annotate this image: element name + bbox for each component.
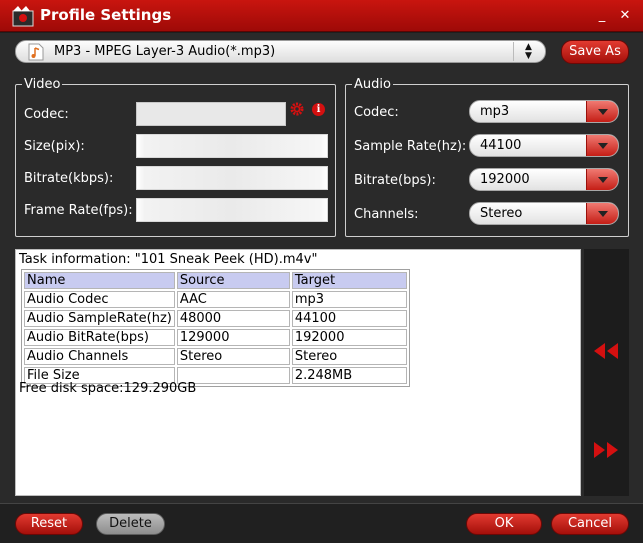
task-info-table: Name Source Target Audio Codec AAC mp3 A… xyxy=(21,269,410,387)
video-framerate-label: Frame Rate(fps): xyxy=(24,203,133,218)
chevron-down-icon[interactable] xyxy=(586,101,618,122)
delete-button[interactable]: Delete xyxy=(96,513,165,535)
table-cell: Audio BitRate(bps) xyxy=(24,329,175,346)
column-header: Target xyxy=(291,272,407,289)
video-bitrate-field[interactable] xyxy=(136,166,328,190)
cancel-button[interactable]: Cancel xyxy=(551,513,629,535)
table-row: Audio BitRate(bps) 129000 192000 xyxy=(24,329,407,346)
table-cell: 192000 xyxy=(291,329,407,346)
table-cell: 44100 xyxy=(291,310,407,327)
minimize-button[interactable]: _ xyxy=(594,8,610,24)
audio-samplerate-label: Sample Rate(hz): xyxy=(354,139,467,154)
table-row: Audio SampleRate(hz) 48000 44100 xyxy=(24,310,407,327)
video-framerate-field[interactable] xyxy=(136,198,328,222)
audio-samplerate-select[interactable]: 44100 xyxy=(469,134,619,157)
table-cell: Audio Channels xyxy=(24,348,175,365)
chevron-down-icon: ▼ xyxy=(525,51,532,61)
ok-button[interactable]: OK xyxy=(466,513,542,535)
table-cell: AAC xyxy=(176,291,290,308)
chevron-down-icon[interactable] xyxy=(586,135,618,156)
profile-select[interactable]: MP3 - MPEG Layer-3 Audio(*.mp3) ▲ ▼ xyxy=(15,40,546,63)
audio-codec-value: mp3 xyxy=(480,104,510,119)
table-cell: 2.248MB xyxy=(291,367,407,384)
task-info-panel: Task information: "101 Sneak Peek (HD).m… xyxy=(15,249,581,496)
column-header: Name xyxy=(24,272,175,289)
info-icon[interactable]: i xyxy=(312,103,325,116)
expand-right-icon[interactable] xyxy=(592,439,620,461)
video-legend: Video xyxy=(24,77,61,92)
audio-channels-value: Stereo xyxy=(480,206,523,221)
audio-channels-label: Channels: xyxy=(354,207,419,222)
table-cell: Stereo xyxy=(291,348,407,365)
close-button[interactable]: ✕ xyxy=(617,8,633,24)
table-header-row: Name Source Target xyxy=(24,272,407,289)
video-codec-field xyxy=(136,102,286,126)
video-bitrate-label: Bitrate(kbps): xyxy=(24,171,114,186)
main-panel: MP3 - MPEG Layer-3 Audio(*.mp3) ▲ ▼ Save… xyxy=(0,33,643,503)
audio-legend: Audio xyxy=(354,77,391,92)
side-panel xyxy=(584,249,629,496)
video-codec-label: Codec: xyxy=(24,107,69,122)
audio-codec-select[interactable]: mp3 xyxy=(469,100,619,123)
chevron-down-icon[interactable] xyxy=(586,203,618,224)
profile-value: MP3 - MPEG Layer-3 Audio(*.mp3) xyxy=(54,44,276,59)
profile-spin-button[interactable]: ▲ ▼ xyxy=(513,42,543,61)
table-cell: 129000 xyxy=(176,329,290,346)
table-cell: Stereo xyxy=(176,348,290,365)
table-cell: Audio Codec xyxy=(24,291,175,308)
gear-icon[interactable] xyxy=(290,102,304,116)
audio-bitrate-label: Bitrate(bps): xyxy=(354,173,436,188)
collapse-left-icon[interactable] xyxy=(592,340,620,362)
chevron-down-icon[interactable] xyxy=(586,169,618,190)
task-title: Task information: "101 Sneak Peek (HD).m… xyxy=(19,252,318,267)
video-size-label: Size(pix): xyxy=(24,139,85,154)
free-disk-space: Free disk space:129.290GB xyxy=(19,381,197,396)
bottom-bar: Reset Delete OK Cancel xyxy=(0,503,643,543)
app-logo-icon xyxy=(12,6,34,27)
audio-bitrate-select[interactable]: 192000 xyxy=(469,168,619,191)
table-row: Audio Codec AAC mp3 xyxy=(24,291,407,308)
audio-samplerate-value: 44100 xyxy=(480,138,522,153)
window-title: Profile Settings xyxy=(40,6,172,24)
table-cell: 48000 xyxy=(176,310,290,327)
audio-bitrate-value: 192000 xyxy=(480,172,530,187)
reset-button[interactable]: Reset xyxy=(15,513,83,535)
audio-channels-select[interactable]: Stereo xyxy=(469,202,619,225)
title-bar: Profile Settings _ ✕ xyxy=(0,0,643,32)
table-row: Audio Channels Stereo Stereo xyxy=(24,348,407,365)
video-size-field[interactable] xyxy=(136,134,328,158)
save-as-button[interactable]: Save As xyxy=(561,40,629,64)
table-cell: Audio SampleRate(hz) xyxy=(24,310,175,327)
table-cell: mp3 xyxy=(291,291,407,308)
column-header: Source xyxy=(176,272,290,289)
music-file-icon xyxy=(28,43,44,61)
audio-codec-label: Codec: xyxy=(354,105,399,120)
